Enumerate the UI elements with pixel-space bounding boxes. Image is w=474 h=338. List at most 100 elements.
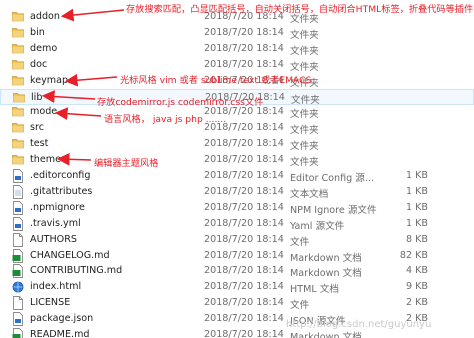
file-row-changelog-md[interactable]: CHANGELOG.md 2018/7/20 18:14 Markdown 文档 82… (0, 248, 474, 264)
file-type: 文件夹 (290, 61, 319, 73)
file-date: 2018/7/20 18:14 (204, 249, 284, 261)
file-type: NPM Ignore 源文件 (290, 204, 377, 216)
file-size: 2 KB (405, 297, 428, 309)
file-type: HTML 文档 (290, 284, 339, 296)
config-file-icon (12, 169, 24, 183)
folder-icon (12, 137, 24, 151)
file-type: 文件夹 (290, 157, 319, 169)
file-name: CHANGELOG.md (30, 249, 110, 261)
config-file-icon (12, 312, 24, 327)
file-row-editorconfig[interactable]: .editorconfig 2018/7/20 18:14 Editor Confi… (0, 168, 474, 184)
file-name: .gitattributes (30, 185, 93, 197)
file-type: 文件夹 (290, 141, 319, 153)
file-name: LICENSE (30, 297, 71, 309)
file-date: 2018/7/20 18:14 (204, 42, 284, 54)
file-row-npmignore[interactable]: .npmignore 2018/7/20 18:14 NPM Ignore 源文件 1… (0, 200, 474, 216)
file-name: addon (30, 11, 61, 22)
file-name: .npmignore (30, 201, 85, 213)
folder-icon (12, 105, 24, 119)
file-name: index.html (30, 281, 82, 293)
file-name: AUTHORS (30, 233, 77, 245)
file-row-src[interactable]: src 2018/7/20 18:14 文件夹 (0, 120, 474, 136)
file-row-theme[interactable]: theme 2018/7/20 18:14 文件夹 (0, 152, 474, 168)
file-type: Markdown 文档 (290, 332, 362, 338)
file-row-index-html[interactable]: index.html 2018/7/20 18:14 HTML 文档 9 KB (0, 279, 474, 295)
folder-icon (13, 91, 25, 105)
annotation-addon: 存放搜索匹配，凸显匹配括号，自动关闭括号，自动闭合HTML标签，折叠代码等插件 (126, 4, 474, 15)
file-date: 2018/7/20 18:14 (204, 281, 284, 293)
file-date: 2018/7/20 18:14 (204, 233, 284, 245)
file-row-license[interactable]: LICENSE 2018/7/20 18:14 文件 2 KB (0, 295, 474, 311)
file-date: 2018/7/20 18:14 (204, 138, 284, 150)
file-name: keymap (30, 74, 69, 86)
file-name: mode (30, 106, 58, 118)
file-type: Yaml 源文件 (290, 220, 345, 232)
folder-icon (12, 121, 24, 135)
file-date: 2018/7/20 18:14 (204, 154, 284, 166)
file-date: 2018/7/20 18:14 (204, 26, 284, 38)
file-date: 2018/7/20 18:14 (204, 185, 284, 197)
config-file-icon (12, 200, 24, 215)
file-size: 4 KB (405, 265, 428, 277)
file-name: bin (30, 26, 45, 38)
file-name: CONTRIBUTING.md (30, 265, 123, 277)
file-date: 2018/7/20 18:14 (204, 58, 284, 70)
file-type: Editor Config 源... (290, 173, 375, 184)
file-type: 文件夹 (290, 109, 319, 121)
file-type: 文本文档 (290, 188, 329, 200)
file-size: 8 KB (405, 233, 428, 245)
file-type: 文件夹 (291, 94, 320, 106)
file-date: 2018/7/20 18:14 (204, 201, 284, 213)
file-type: 文件 (290, 236, 310, 248)
annotation-lib: 存放codemirror.js codemirror.css文件 (97, 97, 264, 108)
folder-icon (12, 153, 24, 167)
file-size: 1 KB (405, 170, 428, 181)
file-date: 2018/7/20 18:14 (204, 217, 284, 229)
folder-icon (12, 42, 24, 56)
file-row-contributing-md[interactable]: CONTRIBUTING.md 2018/7/20 18:14 Markdown 文… (0, 263, 474, 279)
file-type: 文件夹 (290, 29, 319, 41)
file-date: 2018/7/20 18:14 (204, 313, 284, 325)
file-icon (12, 232, 24, 247)
file-size: 82 KB (399, 249, 428, 261)
file-name: README.md (30, 329, 90, 338)
file-name: test (30, 138, 49, 150)
file-row-gitattributes[interactable]: .gitattributes 2018/7/20 18:14 文本文档 1 KB (0, 184, 474, 200)
annotation-mode: 语言风格， java js php ....... (104, 114, 227, 125)
file-name: demo (30, 42, 58, 54)
file-date: 2018/7/20 18:14 (204, 265, 284, 277)
file-type: 文件夹 (290, 125, 319, 137)
markdown-file-icon (12, 328, 24, 338)
file-size: 1 KB (405, 185, 428, 197)
folder-icon (12, 26, 24, 40)
file-type: 文件 (290, 300, 310, 312)
file-size: 9 KB (405, 281, 428, 293)
file-name: theme (30, 154, 61, 166)
file-row-travis-yml[interactable]: .travis.yml 2018/7/20 18:14 Yaml 源文件 1 KB (0, 216, 474, 232)
file-size: 1 KB (405, 217, 428, 229)
file-row-authors[interactable]: AUTHORS 2018/7/20 18:14 文件 8 KB (0, 232, 474, 248)
file-date: 2018/7/20 18:14 (204, 297, 284, 309)
watermark: http://blog.csdn.net/guyunyu (286, 319, 432, 330)
annotation-keymap: 光标风格 vim 或者 sublime text 或者EMACS (120, 75, 312, 86)
file-name: doc (30, 58, 48, 70)
config-file-icon (12, 216, 24, 231)
file-date: 2018/7/20 18:14 (204, 170, 284, 181)
annotation-theme: 编辑器主题风格 (94, 158, 159, 169)
folder-icon (12, 74, 24, 88)
file-name: .travis.yml (30, 217, 81, 229)
file-name: lib (31, 91, 43, 103)
file-name: package.json (30, 313, 94, 325)
file-type: Markdown 文档 (290, 252, 362, 264)
file-row-demo[interactable]: demo 2018/7/20 18:14 文件夹 (0, 41, 474, 57)
file-name: src (30, 122, 45, 134)
file-row-bin[interactable]: bin 2018/7/20 18:14 文件夹 (0, 25, 474, 41)
file-type: Markdown 文档 (290, 268, 362, 280)
html-file-icon (12, 280, 24, 294)
file-icon (12, 296, 24, 311)
file-size: 1 KB (405, 201, 428, 213)
file-name: .editorconfig (30, 170, 91, 181)
file-type: 文件夹 (290, 45, 319, 57)
file-row-doc[interactable]: doc 2018/7/20 18:14 文件夹 (0, 57, 474, 73)
file-row-test[interactable]: test 2018/7/20 18:14 文件夹 (0, 136, 474, 152)
